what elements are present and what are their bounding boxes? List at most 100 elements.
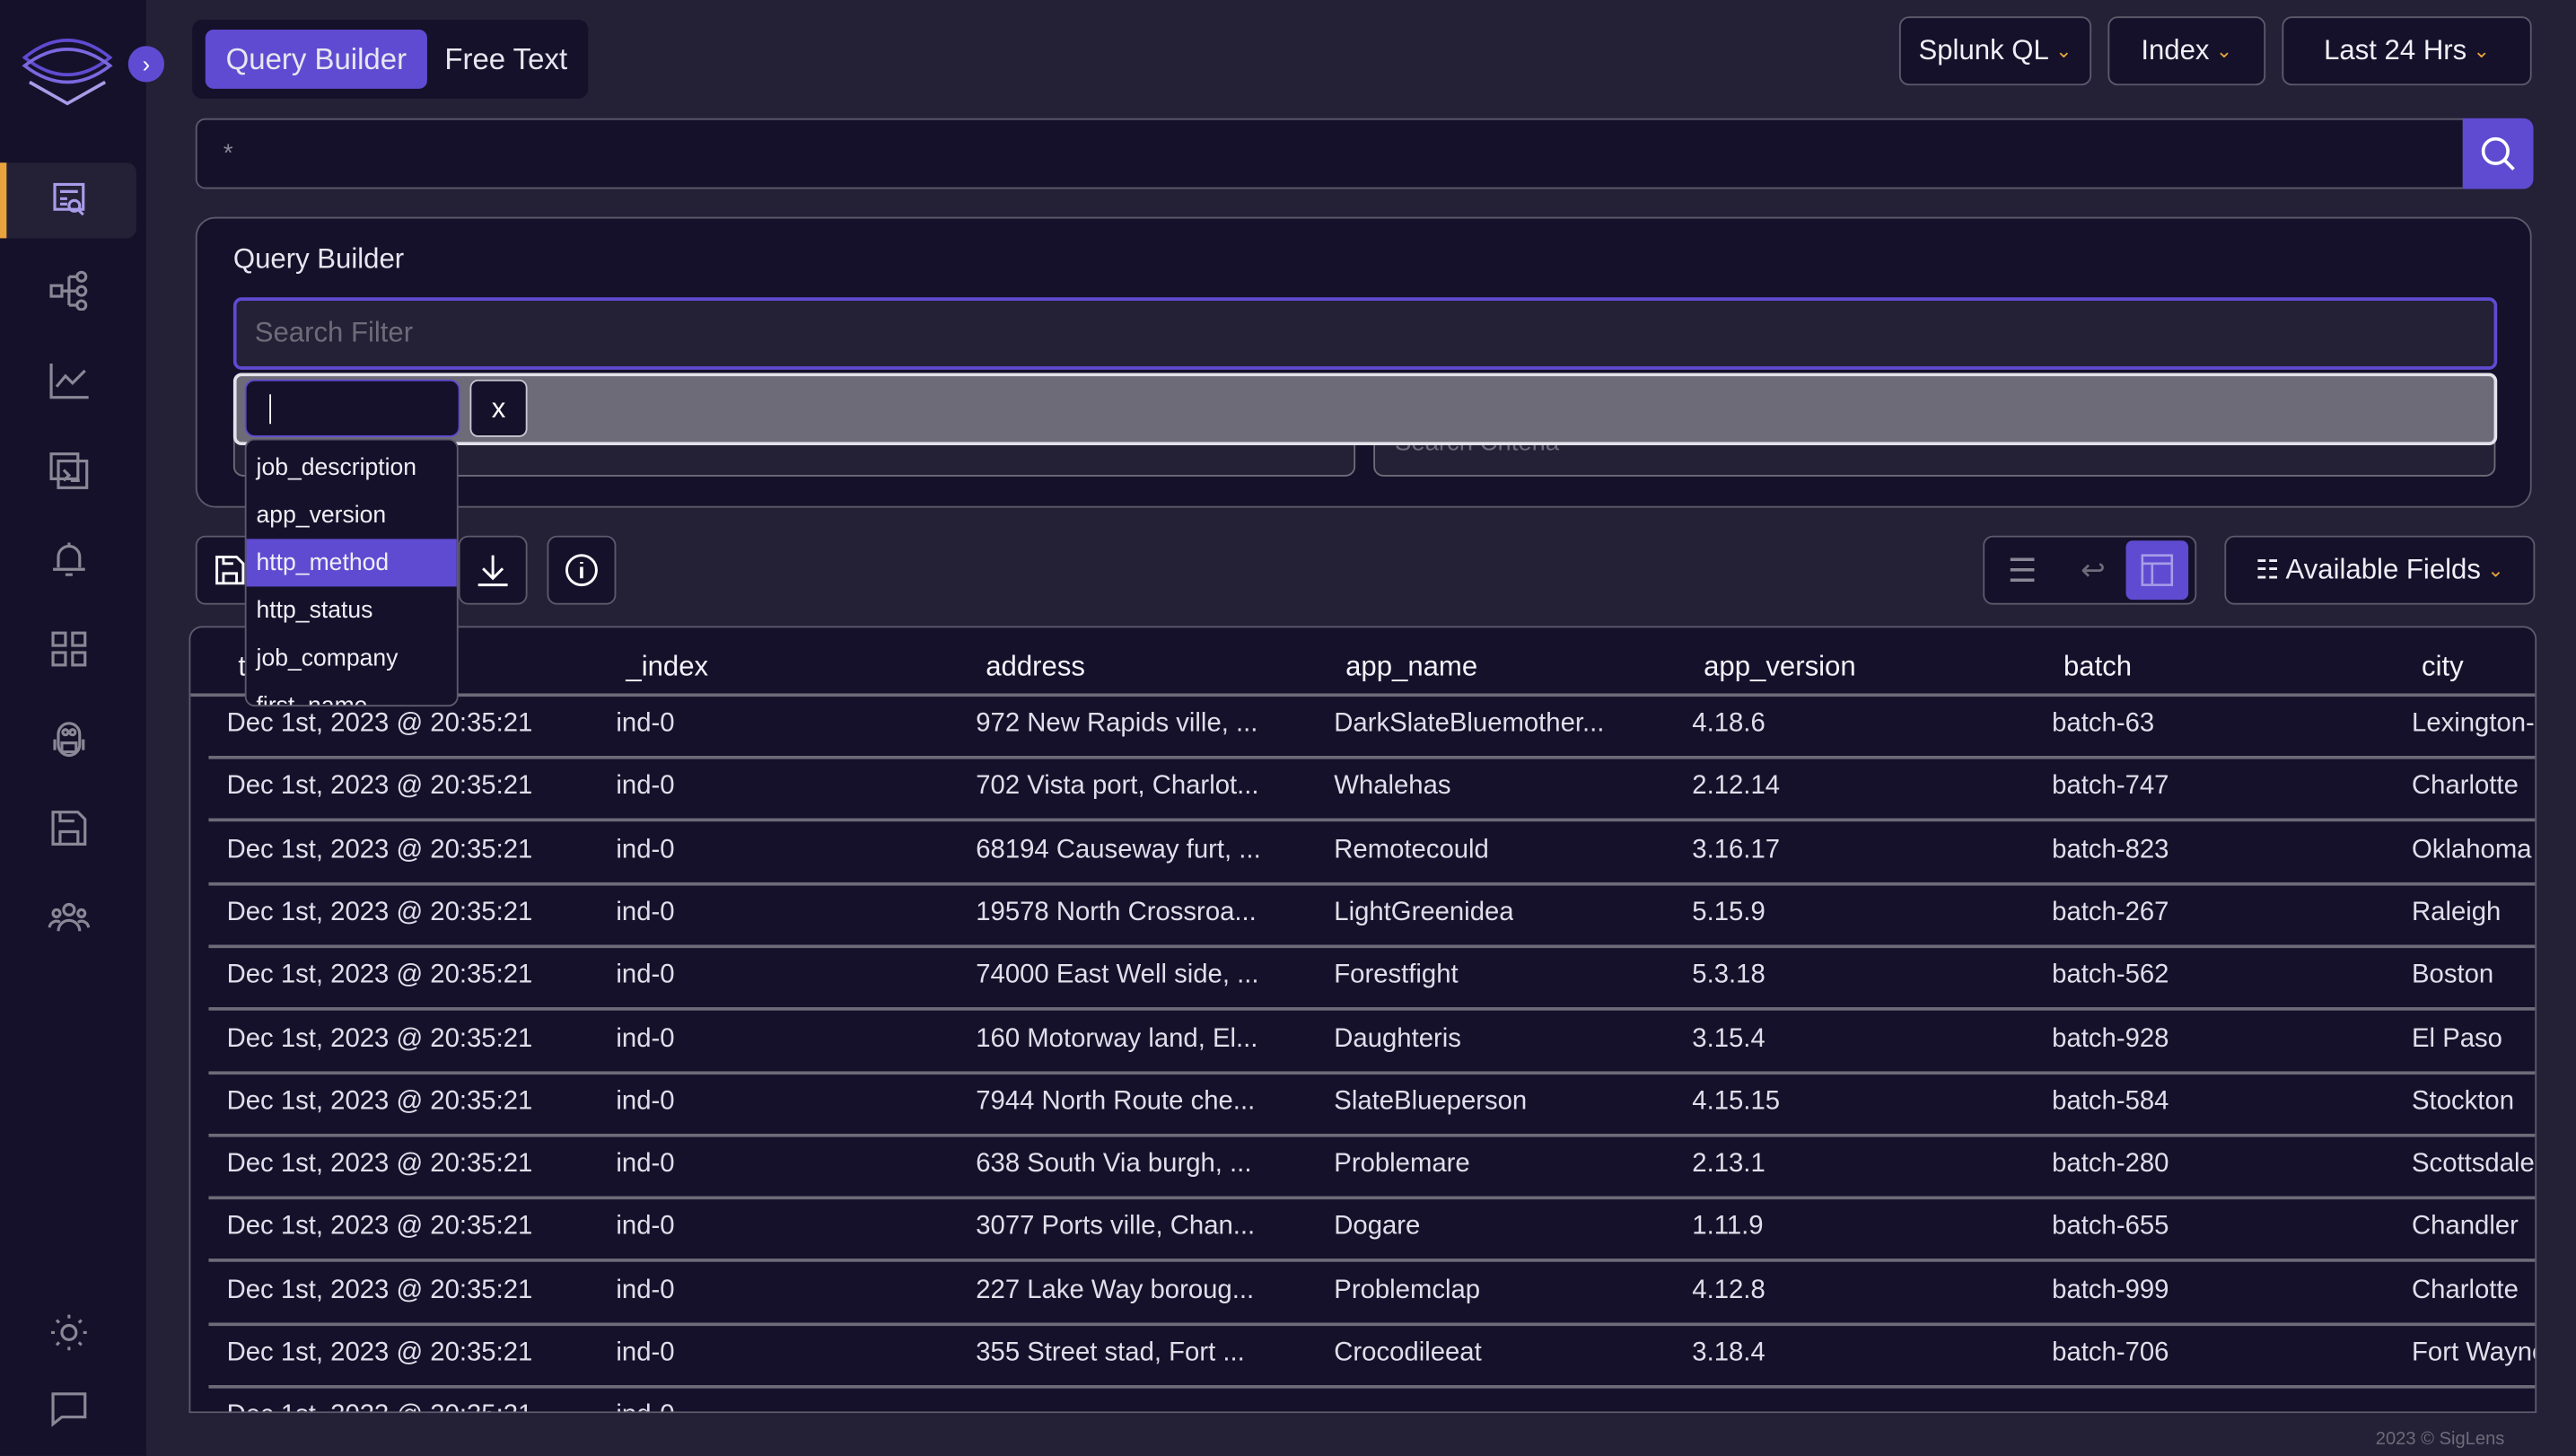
table-row[interactable]: Dec 1st, 2023 @ 20:35:21 ind-0 355 Street … <box>208 1326 2537 1389</box>
cell-app-version: 1.11.9 <box>1692 1213 1764 1241</box>
sidebar-item-saved-queries[interactable] <box>0 790 136 865</box>
available-fields-dropdown[interactable]: ☷ Available Fields ⌄ <box>2224 535 2536 605</box>
cell-timestamp: Dec 1st, 2023 @ 20:35:21 <box>226 1024 533 1053</box>
field-suggestions-dropdown: job_description app_version http_method htt… <box>244 438 459 707</box>
single-line-view-icon[interactable]: ☰ <box>1985 542 2060 598</box>
cell-timestamp: Dec 1st, 2023 @ 20:35:21 <box>226 1150 533 1179</box>
cell-batch: batch-267 <box>2052 899 2169 927</box>
search-query-input[interactable]: * <box>195 118 2465 189</box>
sidebar-item-logs-search[interactable] <box>0 162 136 239</box>
table-row[interactable]: Dec 1st, 2023 @ 20:35:21 ind-0 3077 Ports … <box>208 1200 2536 1263</box>
cell--index: ind-0 <box>616 1338 675 1367</box>
download-button[interactable] <box>458 535 528 605</box>
suggestion-app-version[interactable]: app_version <box>247 491 457 539</box>
column-header-app-name[interactable]: app_name <box>1345 651 1477 684</box>
search-filter-input[interactable]: Search Filter <box>232 297 2498 370</box>
cell--index: ind-0 <box>616 899 675 927</box>
cell--index: ind-0 <box>616 1213 675 1241</box>
cell-city: Fort Wayne <box>2412 1338 2537 1367</box>
clear-filter-button[interactable]: x <box>469 379 528 437</box>
tab-query-builder[interactable]: Query Builder <box>205 29 427 89</box>
filter-editor-bar: x <box>232 373 2498 446</box>
column-header-app-version[interactable]: app_version <box>1704 651 1856 684</box>
column-header-batch[interactable]: batch <box>2063 651 2132 684</box>
table-row[interactable]: Dec 1st, 2023 @ 20:35:21 ind-0 74000 East … <box>208 948 2536 1012</box>
table-row[interactable]: Dec 1st, 2023 @ 20:35:21 ind-0 227 Lake Wa… <box>208 1263 2536 1326</box>
info-button[interactable] <box>547 535 617 605</box>
sidebar-item-metrics[interactable] <box>0 342 136 417</box>
search-button[interactable] <box>2462 118 2534 189</box>
cell-timestamp: Dec 1st, 2023 @ 20:35:21 <box>226 961 533 990</box>
column-header--index[interactable]: _index <box>626 651 708 684</box>
chevron-down-icon: ⌄ <box>2487 558 2504 582</box>
bell-icon <box>52 542 84 576</box>
suggestion-first-name[interactable]: first_name <box>247 682 457 706</box>
table-header: timestamp_indexaddressapp_nameapp_versio… <box>190 627 2536 697</box>
cell-app-version: 3.18.4 <box>1692 1338 1766 1367</box>
cell--index: ind-0 <box>616 1402 674 1411</box>
sidebar-item-users[interactable] <box>0 879 136 954</box>
filter-field-input[interactable] <box>244 379 460 437</box>
cell-address: 19578 North Crossroa... <box>976 899 1257 927</box>
suggestion-job-company[interactable]: job_company <box>247 635 457 682</box>
sidebar-item-dashboards[interactable] <box>0 611 136 687</box>
wrap-view-icon[interactable]: ↩ <box>2060 542 2125 598</box>
table-row[interactable]: Dec 1st, 2023 @ 20:35:21 ind-0 <box>208 1389 2535 1411</box>
sun-button[interactable] <box>0 1294 136 1370</box>
table-row[interactable]: Dec 1st, 2023 @ 20:35:21 ind-0 7944 North … <box>208 1074 2536 1137</box>
cell-app-name: Remotecould <box>1334 835 1489 864</box>
sidebar-item-service-graph[interactable] <box>0 251 136 327</box>
suggestion-job-description[interactable]: job_description <box>247 443 457 491</box>
cell-app-name: Crocodileeat <box>1334 1338 1482 1367</box>
table-row[interactable]: Dec 1st, 2023 @ 20:35:21 ind-0 972 New Rap… <box>208 697 2536 759</box>
cell-app-version: 3.15.4 <box>1692 1024 1766 1053</box>
robot-icon <box>52 722 84 758</box>
cell-app-version: 2.12.14 <box>1692 772 1781 801</box>
cell-batch: batch-928 <box>2052 1024 2169 1053</box>
index-dropdown[interactable]: Index ⌄ <box>2107 16 2266 86</box>
cell-city: Boston <box>2412 961 2494 990</box>
line-chart-icon <box>48 363 88 399</box>
cell-city: Scottsdale <box>2412 1150 2535 1179</box>
logs-table: timestamp_indexaddressapp_nameapp_versio… <box>188 626 2537 1414</box>
table-row[interactable]: Dec 1st, 2023 @ 20:35:21 ind-0 160 Motorwa… <box>208 1012 2536 1074</box>
time-range-dropdown[interactable]: Last 24 Hrs ⌄ <box>2282 16 2532 86</box>
query-language-dropdown[interactable]: Splunk QL ⌄ <box>1898 16 2092 86</box>
cell-address: 355 Street stad, Fort ... <box>976 1338 1245 1367</box>
table-view-icon[interactable] <box>2125 540 2189 601</box>
tab-free-text[interactable]: Free Text <box>432 30 580 89</box>
chat-button[interactable] <box>0 1371 136 1446</box>
column-header-address[interactable]: address <box>986 651 1085 684</box>
cell-batch: batch-706 <box>2052 1338 2169 1367</box>
table-row[interactable]: Dec 1st, 2023 @ 20:35:21 ind-0 702 Vista p… <box>208 759 2536 822</box>
cell-app-name: Dogare <box>1334 1213 1421 1241</box>
sidebar-item-alerts[interactable] <box>0 521 136 596</box>
suggestion-http-status[interactable]: http_status <box>247 586 457 634</box>
cell-timestamp: Dec 1st, 2023 @ 20:35:21 <box>226 1087 533 1116</box>
checklist-icon: ☷ <box>2255 557 2280 585</box>
cell-timestamp: Dec 1st, 2023 @ 20:35:21 <box>226 899 533 927</box>
column-header-city[interactable]: city <box>2422 651 2464 684</box>
table-row[interactable]: Dec 1st, 2023 @ 20:35:21 ind-0 68194 Cause… <box>208 822 2536 885</box>
cell-address: 160 Motorway land, El... <box>976 1024 1258 1053</box>
sidebar-item-console[interactable] <box>0 432 136 507</box>
cell-city: Raleigh <box>2412 899 2502 927</box>
suggestion-http-method[interactable]: http_method <box>246 539 457 587</box>
cell--index: ind-0 <box>616 709 675 738</box>
table-row[interactable]: Dec 1st, 2023 @ 20:35:21 ind-0 638 South V… <box>208 1137 2536 1200</box>
table-row[interactable]: Dec 1st, 2023 @ 20:35:21 ind-0 19578 North… <box>208 885 2536 948</box>
cell-app-name: Forestfight <box>1334 961 1459 990</box>
cell-address: 227 Lake Way boroug... <box>976 1276 1255 1304</box>
cell-city: Stockton <box>2412 1087 2514 1116</box>
query-builder-panel: Query Builder Search Attribute Search Cr… <box>195 216 2532 508</box>
cell-city: Charlotte <box>2412 772 2519 801</box>
cell-city: Charlotte <box>2412 1276 2519 1304</box>
expand-sidebar-button[interactable]: › <box>127 46 165 83</box>
sidebar-item-minion[interactable] <box>0 702 136 777</box>
floppy-icon <box>50 811 86 846</box>
cell-address: 68194 Causeway furt, ... <box>976 835 1261 864</box>
cell--index: ind-0 <box>616 1276 675 1304</box>
cell-batch: batch-562 <box>2052 961 2169 990</box>
cell-app-name: Whalehas <box>1334 772 1451 801</box>
cell-app-version: 4.12.8 <box>1692 1276 1766 1304</box>
